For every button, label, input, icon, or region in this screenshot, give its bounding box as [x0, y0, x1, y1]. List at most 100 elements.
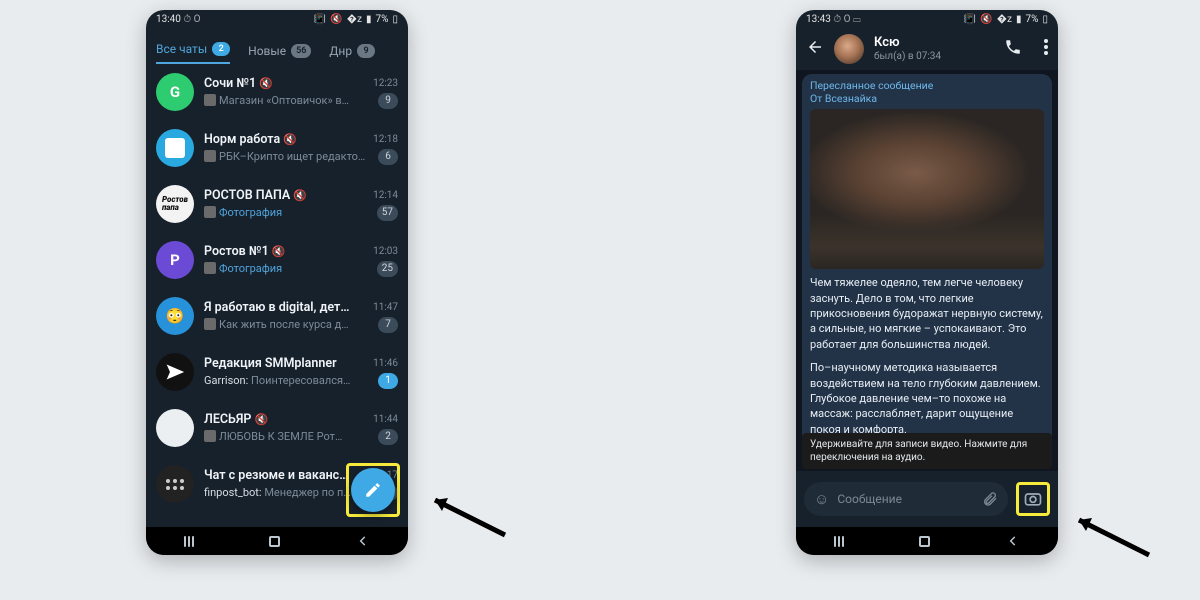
input-bar: ☺ Сообщение: [796, 471, 1058, 527]
chat-time: 12:03: [373, 246, 398, 257]
chat-preview: РБК–Крипто ищет редакто…: [204, 150, 365, 163]
phone-chat-view: 13:43 ⏱ O ▭ 📳 🔇 �z ▮ 7% ▯ Ксю был(а) в 0…: [796, 10, 1058, 555]
chat-time: 12:23: [373, 78, 398, 89]
chat-title: РОСТОВ ПАПА🔇: [204, 188, 307, 203]
more-button[interactable]: [1044, 39, 1048, 59]
vibrate-icon: 📳: [964, 14, 976, 25]
chat-title-block[interactable]: Ксю был(а) в 07:34: [874, 36, 994, 62]
battery-text: 7%: [376, 14, 389, 25]
chat-row[interactable]: 😳Я работаю в digital, дет…🔇11:47Как жить…: [146, 288, 408, 344]
battery-icon: ▯: [1042, 14, 1048, 25]
unread-badge: 1: [378, 373, 398, 389]
wifi-icon: �z: [997, 14, 1012, 25]
android-nav-bar: [796, 527, 1058, 555]
chat-title: Редакция SMMplanner: [204, 356, 337, 371]
wifi-icon: �z: [347, 14, 362, 25]
tab-badge: 2: [212, 42, 230, 56]
chat-list[interactable]: GСочи №1🔇12:23Магазин «Оптовичок» в…9Нор…: [146, 64, 408, 527]
annotation-arrow: [1064, 500, 1154, 560]
message-paragraph: По–научному методика называется воздейст…: [810, 360, 1044, 437]
battery-text: 7%: [1026, 14, 1039, 25]
chat-time: 11:44: [373, 414, 398, 425]
unread-badge: 57: [377, 205, 398, 221]
battery-icon: ▯: [392, 14, 398, 25]
chat-row[interactable]: ЛЕСЬЯР🔇11:44ЛЮБОВЬ К ЗЕМЛЕ Рот…2: [146, 400, 408, 456]
avatar: [156, 353, 194, 391]
chat-header: Ксю был(а) в 07:34: [796, 28, 1058, 70]
camera-highlight: [1016, 482, 1050, 516]
mute-icon: 🔇: [980, 14, 992, 25]
android-nav-bar: [146, 527, 408, 555]
attach-icon[interactable]: [982, 491, 998, 507]
tab-dnr[interactable]: Днр 9: [329, 44, 375, 64]
camera-icon[interactable]: [1023, 489, 1043, 509]
chat-preview: ЛЮБОВЬ К ЗЕМЛЕ Рот…: [204, 430, 342, 443]
tab-badge: 56: [291, 44, 311, 58]
chat-name: Ксю: [874, 36, 994, 51]
tab-new[interactable]: Новые 56: [248, 44, 311, 64]
chat-time: 12:18: [373, 134, 398, 145]
status-time: 13:40: [156, 14, 181, 25]
chat-preview: finpost_bot: Менеджер по п…: [204, 486, 351, 499]
tab-label: Новые: [248, 44, 286, 58]
avatar: 😳: [156, 297, 194, 335]
message-photo[interactable]: [810, 109, 1044, 269]
phone-chat-list: 13:40 ⏱ O 📳 🔇 �z ▮ 7% ▯ Все чаты 2 Новые…: [146, 10, 408, 555]
chat-title: Я работаю в digital, дет…🔇: [204, 300, 354, 315]
vibrate-icon: 📳: [314, 14, 326, 25]
nav-back-icon[interactable]: [356, 534, 370, 548]
compose-button[interactable]: [351, 468, 395, 512]
record-hint-tooltip: Удерживайте для записи видео. Нажмите дл…: [802, 433, 1052, 469]
chat-time: 12:14: [373, 190, 398, 201]
status-time: 13:43: [806, 14, 831, 25]
chat-title: ЛЕСЬЯР🔇: [204, 412, 268, 427]
unread-badge: 7: [378, 317, 398, 333]
avatar: [156, 129, 194, 167]
unread-badge: 25: [377, 261, 398, 277]
nav-home-icon[interactable]: [269, 536, 280, 547]
chat-preview: Фотография: [204, 206, 282, 219]
chat-row[interactable]: Редакция SMMplanner 11:46 Garrison: Поинте…: [146, 344, 408, 400]
tab-badge: 9: [357, 44, 375, 58]
nav-back-icon[interactable]: [1006, 534, 1020, 548]
chat-row[interactable]: РРостов №1🔇12:03Фотография25: [146, 232, 408, 288]
status-extra: ⏱ O ▭: [833, 14, 860, 25]
status-bar: 13:43 ⏱ O ▭ 📳 🔇 �z ▮ 7% ▯: [796, 10, 1058, 28]
chat-title: Чат с резюме и ваканси…🔇: [204, 468, 354, 483]
avatar[interactable]: [834, 34, 864, 64]
chat-title: Ростов №1🔇: [204, 244, 285, 259]
chat-row[interactable]: Ростовпапа РОСТОВ ПАПА🔇 12:14 Фотография 57: [146, 176, 408, 232]
signal-icon: ▮: [1016, 14, 1022, 25]
chat-time: 11:46: [373, 358, 398, 369]
mute-icon: 🔇: [330, 14, 342, 25]
nav-recent-icon[interactable]: [834, 536, 844, 547]
pencil-icon: [364, 481, 382, 499]
chat-row[interactable]: GСочи №1🔇12:23Магазин «Оптовичок» в…9: [146, 64, 408, 120]
status-bar: 13:40 ⏱ O 📳 🔇 �z ▮ 7% ▯: [146, 10, 408, 28]
message-placeholder: Сообщение: [837, 492, 974, 506]
message-bubble[interactable]: Пересланное сообщение От Всезнайка Чем т…: [802, 74, 1052, 464]
chat-preview: Garrison: Поинтересовался…: [204, 374, 350, 387]
folder-tabs: Все чаты 2 Новые 56 Днр 9: [146, 28, 408, 64]
avatar: Ростовпапа: [156, 185, 194, 223]
chat-title: Сочи №1🔇: [204, 76, 273, 91]
emoji-icon[interactable]: ☺: [814, 490, 829, 508]
unread-badge: 6: [378, 149, 398, 165]
chat-preview: Магазин «Оптовичок» в…: [204, 94, 349, 107]
status-extra: ⏱ O: [183, 14, 200, 25]
avatar: Р: [156, 241, 194, 279]
message-field[interactable]: ☺ Сообщение: [804, 482, 1008, 516]
chat-preview: Как жить после курса д…: [204, 318, 349, 331]
tab-all-chats[interactable]: Все чаты 2: [156, 42, 230, 64]
avatar: [156, 409, 194, 447]
compose-highlight: [346, 463, 400, 517]
back-button[interactable]: [806, 38, 824, 60]
signal-icon: ▮: [366, 14, 372, 25]
nav-home-icon[interactable]: [919, 536, 930, 547]
nav-recent-icon[interactable]: [184, 536, 194, 547]
call-button[interactable]: [1004, 38, 1022, 60]
tab-label: Все чаты: [156, 42, 207, 56]
message-paragraph: Чем тяжелее одеяло, тем легче человеку з…: [810, 275, 1044, 352]
message-area[interactable]: Пересланное сообщение От Всезнайка Чем т…: [796, 70, 1058, 471]
chat-row[interactable]: Норм работа🔇12:18РБК–Крипто ищет редакто…: [146, 120, 408, 176]
